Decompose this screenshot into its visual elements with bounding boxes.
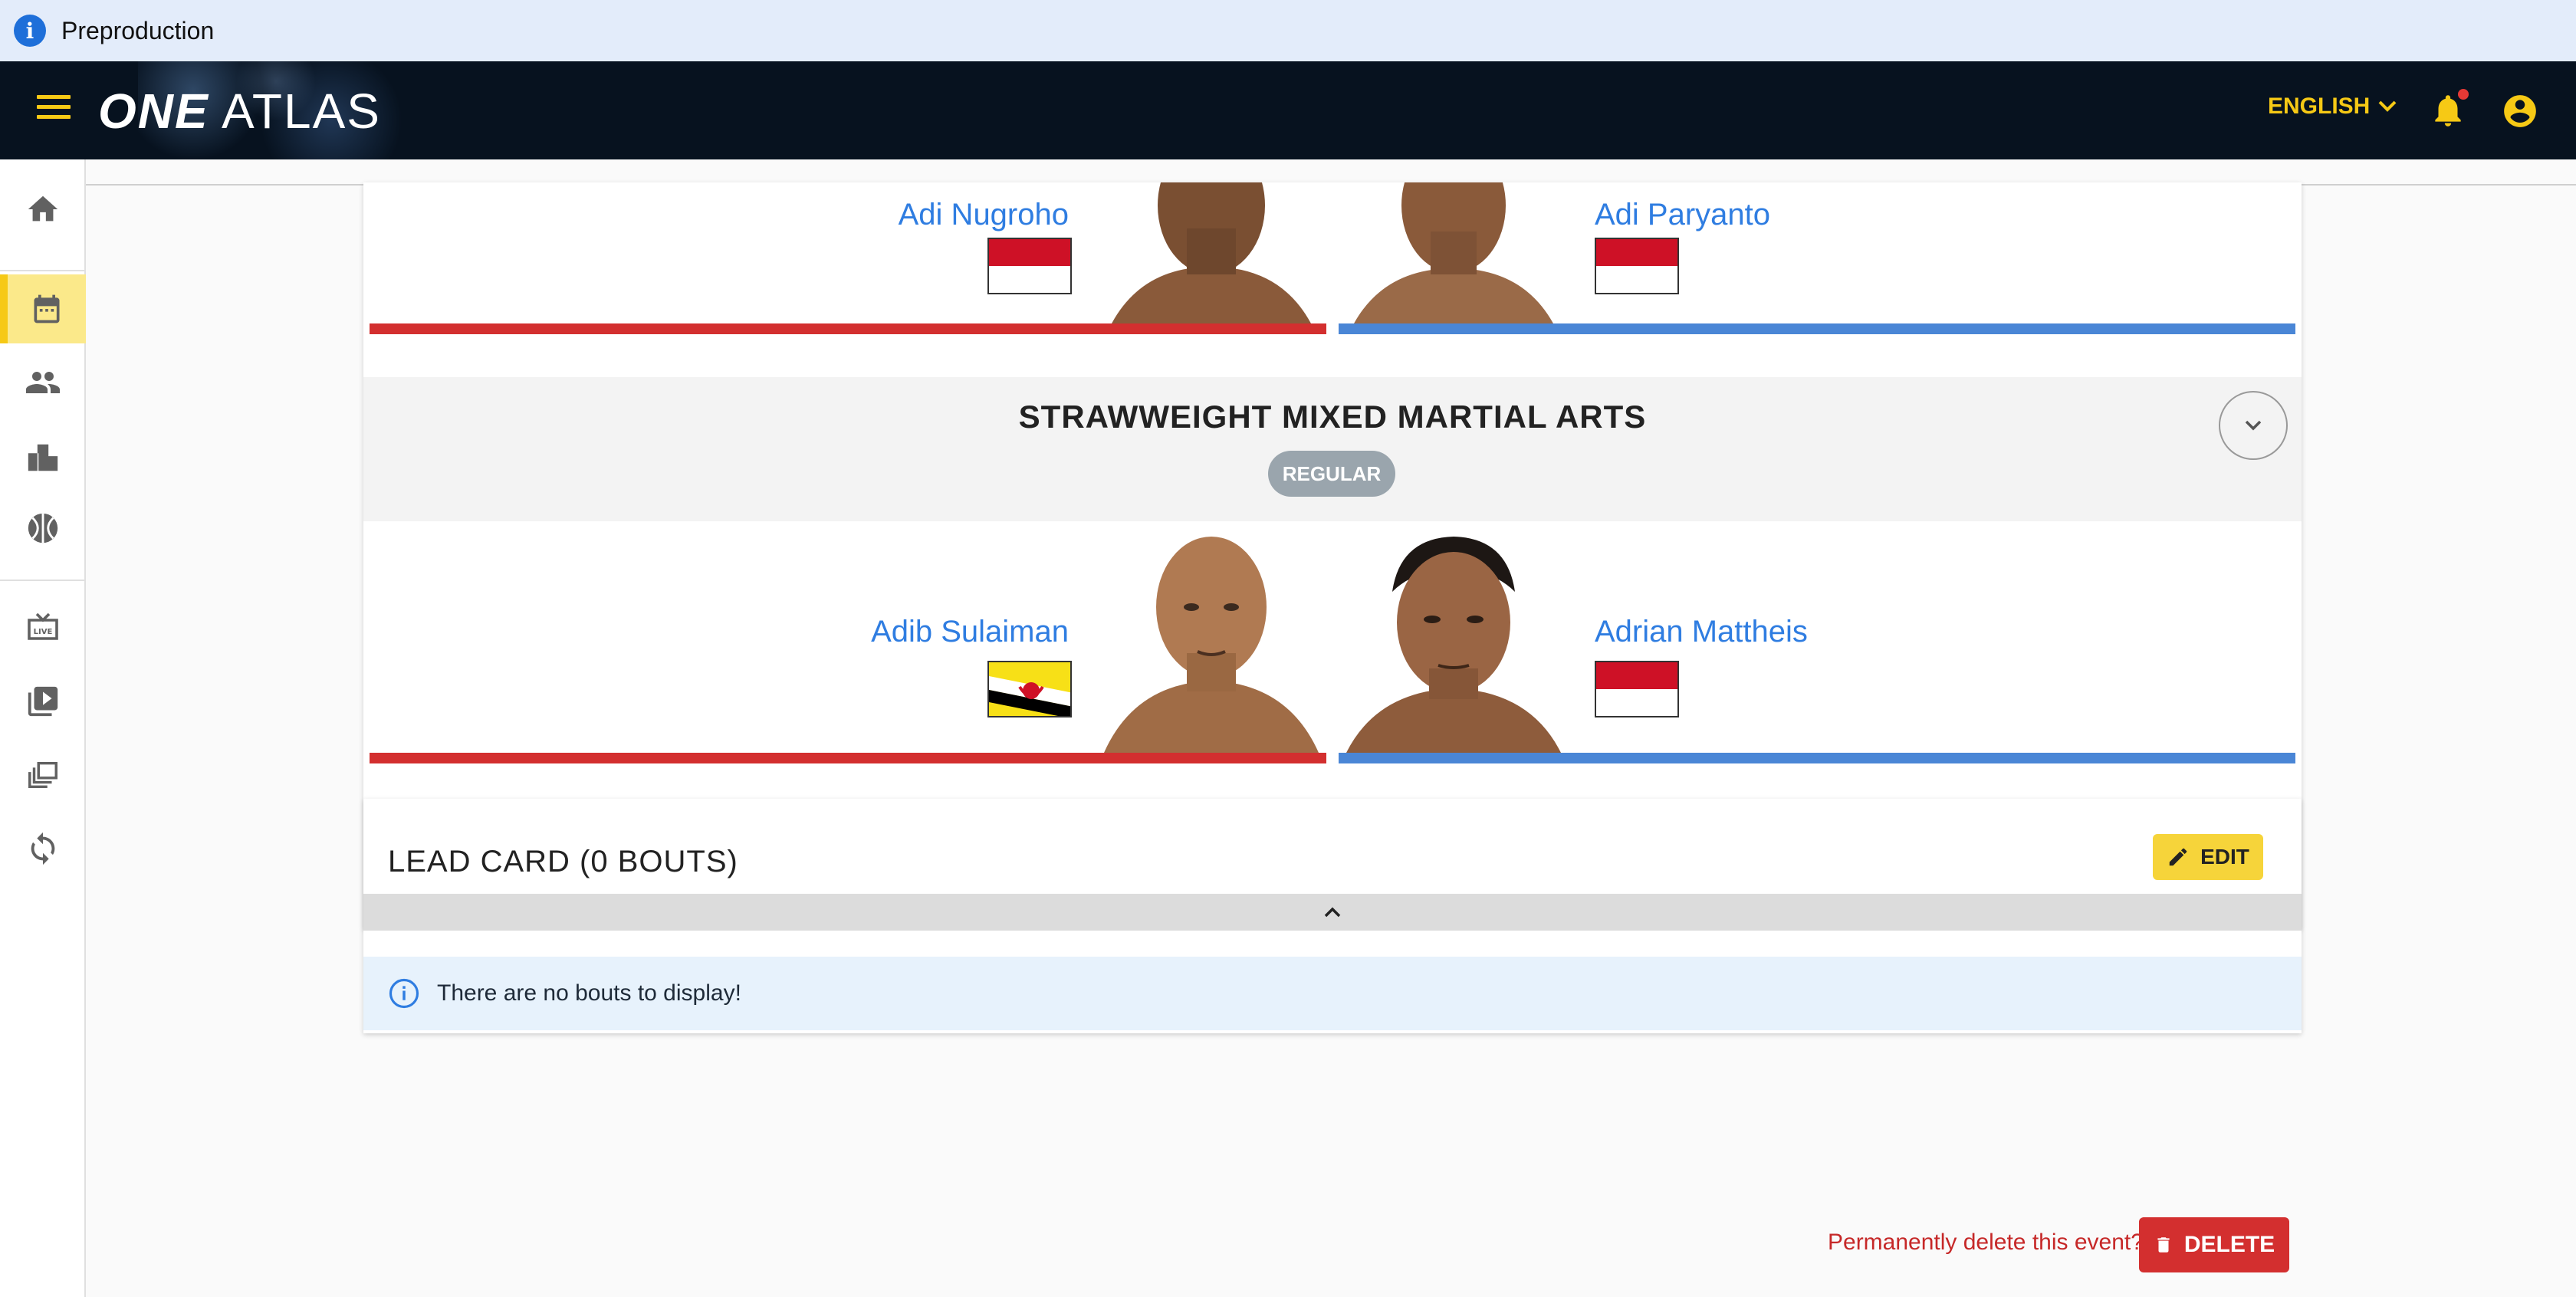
expand-bout-button[interactable] <box>2219 391 2288 460</box>
logo-one: ONE <box>98 84 209 139</box>
fighter-photo <box>1339 182 1569 323</box>
flag-indonesia <box>1595 661 1679 717</box>
fighter-card-blue[interactable]: Adrian Mattheis <box>1339 521 2295 763</box>
ranking-icon <box>28 444 58 471</box>
chevron-down-icon <box>2378 100 2397 112</box>
fighter-name[interactable]: Adi Paryanto <box>1595 198 1770 232</box>
app-bar: ONE ATLAS ENGLISH <box>0 61 2576 159</box>
lead-card-title: LEAD CARD (0 BOUTS) <box>388 845 738 878</box>
menu-icon[interactable] <box>37 95 71 126</box>
sidebar-item-live[interactable]: LIVE <box>0 593 86 662</box>
calendar-icon <box>34 294 60 323</box>
edit-button[interactable]: EDIT <box>2153 834 2263 880</box>
environment-banner: i Preproduction <box>0 0 2576 61</box>
fighter-card-blue[interactable]: Adi Paryanto <box>1339 182 2295 334</box>
sidebar-item-events[interactable] <box>0 274 86 343</box>
logo-atlas: ATLAS <box>221 84 381 139</box>
flag-indonesia <box>987 238 1072 294</box>
fighter-name[interactable]: Adi Nugroho <box>899 198 1069 232</box>
blue-corner-bar <box>1339 753 2295 763</box>
account-circle-icon[interactable] <box>2501 92 2539 130</box>
bout-title: STRAWWEIGHT MIXED MARTIAL ARTS <box>1018 399 1647 435</box>
fighter-card-red[interactable]: Adib Sulaiman <box>370 521 1326 763</box>
language-selector[interactable]: ENGLISH <box>2268 94 2397 120</box>
sidebar-item-athletes[interactable] <box>0 348 86 417</box>
environment-label: Preproduction <box>61 16 215 44</box>
sidebar-item-sync[interactable] <box>0 814 86 883</box>
delete-button[interactable]: DELETE <box>2139 1217 2289 1272</box>
app-logo[interactable]: ONE ATLAS <box>98 83 381 140</box>
trash-icon <box>2157 1237 2170 1253</box>
live-tv-icon: LIVE <box>28 612 58 640</box>
collections-icon <box>28 761 58 789</box>
info-outline-icon <box>389 978 419 1009</box>
fighter-name[interactable]: Adrian Mattheis <box>1595 615 1808 649</box>
people-icon <box>26 372 60 393</box>
fighter-photo <box>1339 523 1569 753</box>
blue-corner-bar <box>1339 323 2295 334</box>
sidebar-item-sports[interactable] <box>0 494 86 563</box>
edit-label: EDIT <box>2200 845 2249 868</box>
fighter-photo <box>1096 182 1326 323</box>
fighter-photo <box>1096 523 1326 753</box>
sync-icon <box>31 832 55 865</box>
video-library-icon <box>28 686 58 717</box>
pencil-icon <box>2169 848 2187 866</box>
sidebar-item-home[interactable] <box>0 175 86 244</box>
bout-header: STRAWWEIGHT MIXED MARTIAL ARTS REGULAR <box>363 377 2302 521</box>
notification-badge <box>2458 89 2469 100</box>
flag-indonesia <box>1595 238 1679 294</box>
red-corner-bar <box>370 753 1326 763</box>
sports-ball-icon <box>28 513 58 543</box>
red-corner-bar <box>370 323 1326 334</box>
bout-type-badge: REGULAR <box>1268 451 1395 497</box>
empty-bouts-notice: There are no bouts to display! <box>363 957 2302 1030</box>
chevron-down-icon <box>2245 420 2262 431</box>
sidebar: LIVE <box>0 159 86 1297</box>
fighter-card-red[interactable]: Adi Nugroho <box>370 182 1326 334</box>
lead-card-panel: LEAD CARD (0 BOUTS) EDIT There are no bo… <box>363 799 2302 1033</box>
flag-brunei <box>987 661 1072 717</box>
empty-bouts-message: There are no bouts to display! <box>437 980 741 1006</box>
home-icon <box>28 195 58 222</box>
delete-prompt: Permanently delete this event? <box>1828 1230 2144 1255</box>
sidebar-item-collections[interactable] <box>0 740 86 809</box>
chevron-up-icon <box>1324 907 1341 918</box>
sidebar-item-videos[interactable] <box>0 667 86 736</box>
collapse-bar[interactable] <box>363 894 2302 931</box>
delete-label: DELETE <box>2183 1232 2275 1257</box>
sidebar-item-rankings[interactable] <box>0 423 86 492</box>
bell-icon[interactable] <box>2429 89 2469 132</box>
fighter-name[interactable]: Adib Sulaiman <box>871 615 1069 649</box>
main-content: Adi Nugroho Adi Paryanto STRAWWEIGHT MIX… <box>86 159 2576 1297</box>
svg-text:LIVE: LIVE <box>34 628 53 636</box>
info-icon: i <box>14 15 46 47</box>
language-label: ENGLISH <box>2268 94 2371 119</box>
